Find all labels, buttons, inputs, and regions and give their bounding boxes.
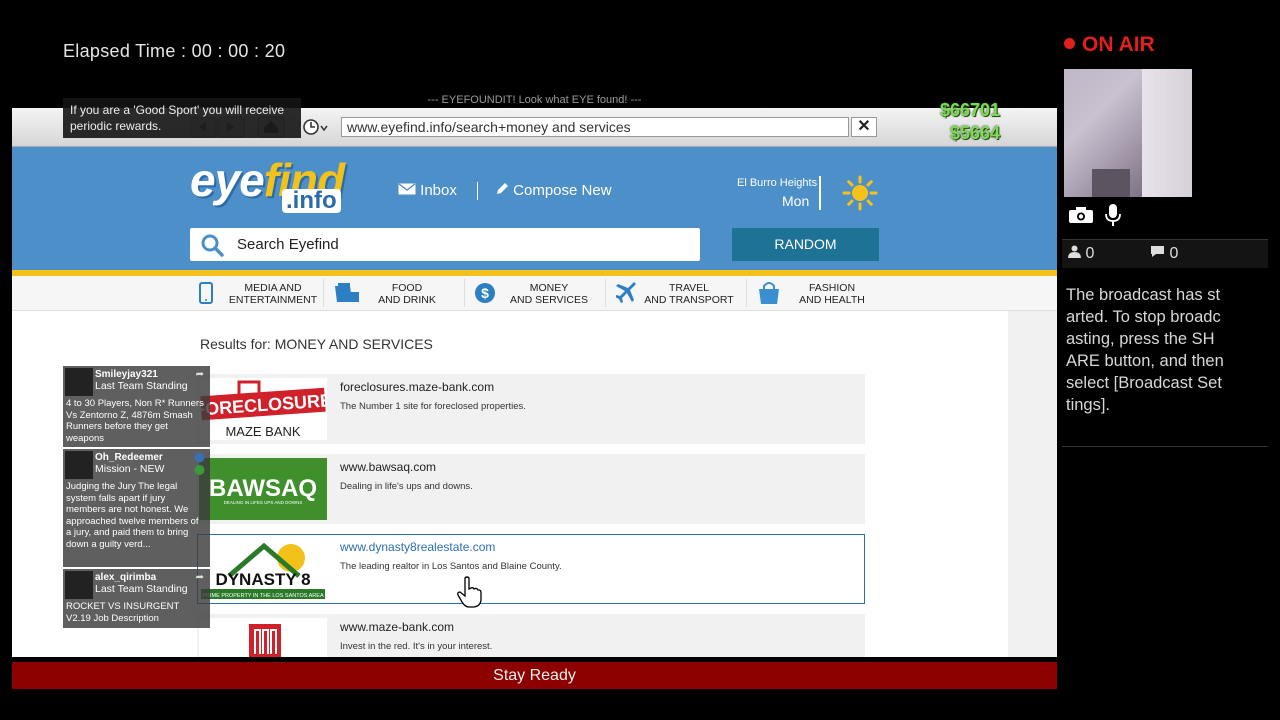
comment-icon — [1151, 246, 1164, 257]
result-description: Dealing in life's ups and downs. — [340, 481, 473, 492]
bawsaq-logo: BAWSAQ DEALING IN LIFES UPS AND DOWNS — [199, 458, 327, 520]
svg-text:DYNASTY 8: DYNASTY 8 — [215, 570, 310, 589]
wallet-cash: $5664 — [950, 123, 1001, 143]
hand-cursor-icon — [457, 576, 482, 608]
avatar — [65, 451, 93, 479]
microphone-icon — [1105, 204, 1121, 226]
job-feed-item[interactable]: Oh_Redeemer Mission - NEW Judging the Ju… — [63, 449, 210, 567]
random-button[interactable]: RANDOM — [732, 228, 879, 261]
compose-link[interactable]: Compose New — [496, 182, 612, 199]
elapsed-label: Elapsed Time : — [63, 41, 187, 61]
result-mazebank[interactable]: www.maze-bank.com Invest in the red. It'… — [197, 614, 865, 657]
job-mode: Mission - NEW — [95, 463, 165, 475]
camera-preview — [1064, 69, 1192, 197]
job-feed-item[interactable]: alex_qirimba Last Team Standing ➦ ROCKET… — [63, 569, 210, 628]
camera-icon — [1069, 207, 1093, 223]
result-url[interactable]: www.maze-bank.com — [340, 620, 454, 634]
job-feed-item[interactable]: Smileyjay321 Last Team Standing ➦ 4 to 3… — [63, 366, 210, 447]
job-user: alex_qirimba — [95, 572, 157, 583]
svg-text:DEALING IN LIFES UPS AND DOWNS: DEALING IN LIFES UPS AND DOWNS — [224, 500, 303, 505]
category-travel[interactable]: TRAVEL AND TRANSPORT — [612, 277, 744, 309]
comment-count: 0 — [1150, 245, 1178, 263]
inbox-link[interactable]: Inbox — [398, 182, 457, 199]
elapsed-value: 00 : 00 : 20 — [191, 41, 286, 61]
category-media[interactable]: MEDIA AND ENTERTAINMENT — [197, 277, 323, 309]
elapsed-time: Elapsed Time : 00 : 00 : 20 — [63, 41, 285, 62]
rp-money-icon — [194, 452, 205, 475]
svg-text:MAZE BANK: MAZE BANK — [225, 424, 300, 439]
record-dot-icon — [1064, 38, 1075, 49]
result-description: The leading realtor in Los Santos and Bl… — [340, 561, 562, 572]
dynasty8-logo: DYNASTY 8 PRIME PROPERTY IN THE LOS SANT… — [199, 538, 327, 600]
category-food[interactable]: FOOD AND DRINK — [330, 277, 462, 309]
help-tip: If you are a 'Good Sport' you will recei… — [63, 98, 301, 138]
result-description: Invest in the red. It's in your interest… — [340, 641, 493, 652]
category-fashion[interactable]: FASHION AND HEALTH — [753, 277, 887, 309]
job-user: Oh_Redeemer — [95, 452, 163, 463]
job-user: Smileyjay321 — [95, 369, 158, 380]
sun-icon — [842, 175, 878, 211]
viewer-icon — [1068, 245, 1081, 258]
share-icon: ➦ — [195, 369, 204, 380]
history-icon[interactable] — [302, 118, 328, 136]
avatar — [65, 368, 93, 396]
eyefind-logo[interactable]: eyefind .info — [190, 157, 345, 213]
maze-bank-logo — [199, 618, 327, 657]
status-bar: Stay Ready — [12, 662, 1057, 689]
search-placeholder: Search Eyefind — [237, 236, 339, 253]
search-icon — [201, 234, 224, 257]
svg-text:BAWSAQ: BAWSAQ — [209, 475, 317, 502]
result-description: The Number 1 site for foreclosed propert… — [340, 401, 526, 412]
share-icon: ➦ — [195, 572, 204, 583]
category-money[interactable]: $ MONEY AND SERVICES — [470, 277, 604, 309]
right-gutter — [1008, 311, 1057, 657]
result-url[interactable]: foreclosures.maze-bank.com — [340, 380, 494, 394]
job-description: 4 to 30 Players, Non R* Runners Vs Zento… — [66, 398, 204, 444]
result-dynasty8[interactable]: DYNASTY 8 PRIME PROPERTY IN THE LOS SANT… — [197, 534, 865, 604]
pencil-icon — [497, 183, 508, 194]
result-bawsaq[interactable]: BAWSAQ DEALING IN LIFES UPS AND DOWNS ww… — [197, 454, 865, 524]
envelope-icon — [398, 183, 416, 195]
job-description: ROCKET VS INSURGENT V2.19 Job Descriptio… — [66, 601, 180, 624]
weather-day: Mon — [782, 193, 810, 209]
job-mode: Last Team Standing — [95, 380, 188, 392]
result-foreclosures[interactable]: FORECLOSURE MAZE BANK foreclosures.maze-… — [197, 374, 865, 444]
dollar-icon: $ — [475, 283, 495, 303]
address-bar[interactable]: www.eyefind.info/search+money and servic… — [341, 117, 849, 137]
result-url[interactable]: www.bawsaq.com — [340, 460, 436, 474]
weather-location: El Burro Heights — [737, 177, 818, 189]
avatar — [65, 571, 93, 599]
job-description: Judging the Jury The legal system falls … — [66, 481, 199, 550]
close-browser-button[interactable]: ✕ — [851, 117, 877, 137]
job-mode: Last Team Standing — [95, 583, 188, 595]
on-air-label: ON AIR — [1082, 33, 1155, 56]
phone-icon — [199, 282, 213, 304]
viewer-count: 0 — [1068, 245, 1094, 263]
result-url[interactable]: www.dynasty8realestate.com — [340, 540, 495, 554]
svg-text:PRIME PROPERTY IN THE LOS SANT: PRIME PROPERTY IN THE LOS SANTOS AREA — [202, 593, 324, 599]
foreclosure-logo: FORECLOSURE MAZE BANK — [199, 378, 327, 440]
results-title: Results for: MONEY AND SERVICES — [200, 336, 433, 352]
on-air-indicator: ON AIR — [1064, 33, 1155, 57]
svg-text:$: $ — [481, 285, 489, 301]
broadcast-message: The broadcast has started. To stop broad… — [1066, 286, 1224, 414]
bank-cash: $66701 — [940, 100, 1001, 120]
